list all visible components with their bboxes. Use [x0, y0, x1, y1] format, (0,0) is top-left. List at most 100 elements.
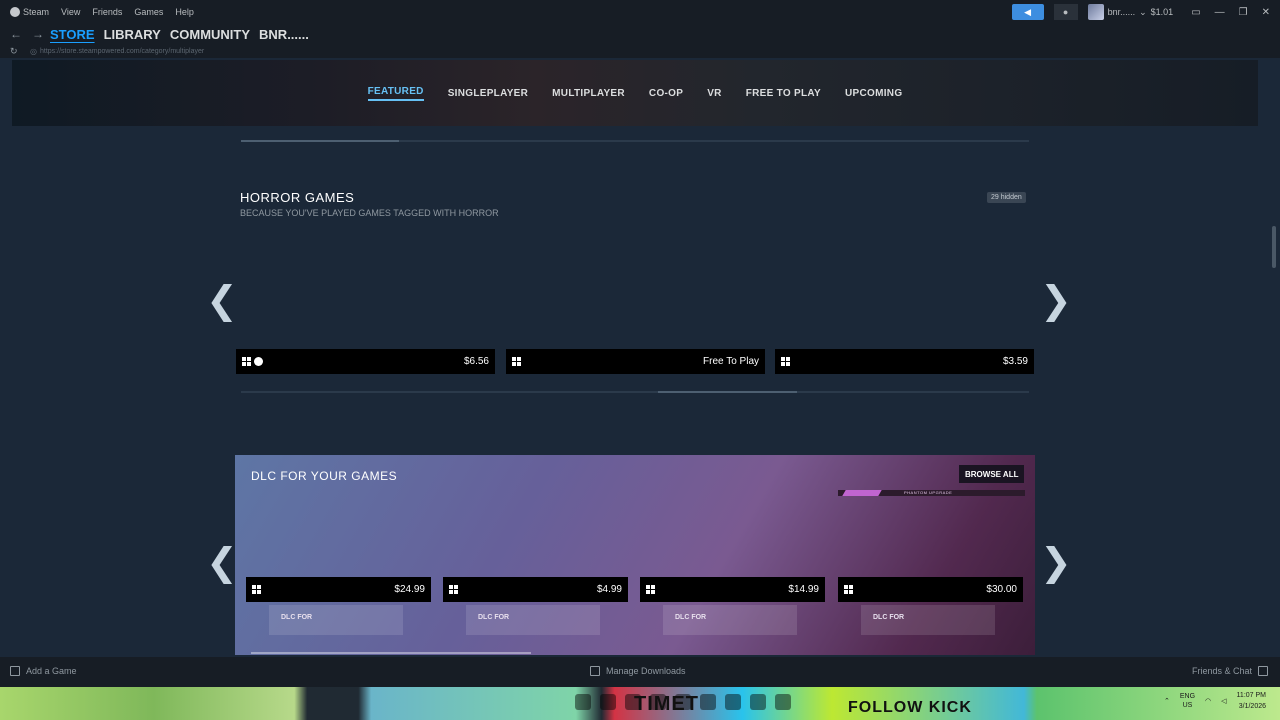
nav-store[interactable]: STORE: [50, 27, 95, 42]
wallpaper-text: TIMET: [634, 693, 699, 715]
dlc-price-bar[interactable]: $30.00: [838, 577, 1023, 602]
promo-accent: [842, 490, 882, 496]
windows-icon: [242, 357, 251, 366]
globe-icon: ◎: [30, 46, 37, 56]
chevron-left-icon[interactable]: ❮: [206, 281, 238, 319]
horror-section-title: HORROR GAMES: [240, 190, 355, 205]
windows-icon: [844, 585, 853, 594]
game-price-bar[interactable]: $3.59: [775, 349, 1034, 374]
url-text[interactable]: https://store.steampowered.com/category/…: [40, 48, 204, 55]
nav-bar: ← → STORE LIBRARY COMMUNITY BNR......: [0, 24, 1280, 44]
menu-view[interactable]: View: [61, 7, 80, 17]
nav-community[interactable]: COMMUNITY: [170, 27, 250, 42]
announcements-button[interactable]: ◀: [1011, 4, 1044, 20]
menu-help[interactable]: Help: [175, 7, 194, 17]
title-bar: Steam View Friends Games Help ◀ ● bnr...…: [0, 0, 1280, 24]
chevron-up-icon[interactable]: ⌃: [1164, 697, 1170, 705]
store-category-tabs: FEATURED SINGLEPLAYER MULTIPLAYER CO-OP …: [12, 60, 1258, 126]
forward-arrow-icon[interactable]: →: [32, 27, 44, 41]
dlc-scroll-thumb[interactable]: [251, 652, 531, 654]
url-bar: ↻ ◎ https://store.steampowered.com/categ…: [0, 44, 1280, 58]
game-price-bar[interactable]: Free To Play: [506, 349, 765, 374]
tab-free-to-play[interactable]: FREE TO PLAY: [746, 88, 821, 99]
windows-icon: [449, 585, 458, 594]
tab-upcoming[interactable]: UPCOMING: [845, 88, 902, 99]
page-scrollbar[interactable]: [1272, 226, 1276, 268]
promo-strip[interactable]: PHANTOM UPGRADE: [838, 490, 1025, 496]
volume-icon[interactable]: ◁: [1221, 697, 1226, 705]
dlc-price: $4.99: [596, 584, 622, 595]
nav-profile[interactable]: BNR......: [259, 27, 309, 42]
browse-all-button[interactable]: BROWSE ALL: [959, 465, 1025, 483]
dlc-for-label[interactable]: DLC FOR: [861, 605, 995, 635]
dlc-for-label[interactable]: DLC FOR: [663, 605, 797, 635]
account-name: bnr......: [1107, 7, 1136, 17]
add-game-button[interactable]: Add a Game: [10, 666, 77, 676]
carousel-scrollbar-top[interactable]: [241, 140, 1029, 142]
dlc-price-bar[interactable]: $24.99: [246, 577, 431, 602]
dlc-price-bar[interactable]: $14.99: [640, 577, 825, 602]
app-icon[interactable]: [775, 694, 791, 710]
folder-icon[interactable]: [600, 694, 616, 710]
bell-icon: ●: [1062, 7, 1069, 17]
game-price: Free To Play: [703, 356, 759, 367]
tab-multiplayer[interactable]: MULTIPLAYER: [552, 88, 625, 99]
tab-co-op[interactable]: CO-OP: [649, 88, 683, 99]
hidden-count-badge[interactable]: 29 hidden: [987, 192, 1026, 203]
dlc-price-bar[interactable]: $4.99: [443, 577, 628, 602]
dlc-section: DLC FOR YOUR GAMES BROWSE ALL PHANTOM UP…: [235, 455, 1035, 655]
wallet-balance: $1.01: [1150, 7, 1174, 17]
account-menu[interactable]: bnr...... ⌄ $1.01: [1087, 4, 1174, 20]
avatar: [1087, 4, 1104, 20]
scroll-thumb[interactable]: [658, 391, 797, 393]
reload-icon[interactable]: ↻: [10, 46, 22, 57]
windows-icon: [512, 357, 521, 366]
big-picture-icon[interactable]: ▭: [1191, 7, 1200, 18]
chevron-right-icon[interactable]: ❯: [1040, 543, 1072, 581]
discord-icon[interactable]: [575, 694, 591, 710]
promo-text: PHANTOM UPGRADE: [904, 490, 953, 495]
main-menu: Steam View Friends Games Help: [0, 7, 194, 18]
manage-downloads-button[interactable]: Manage Downloads: [590, 666, 686, 676]
dlc-for-label[interactable]: DLC FOR: [269, 605, 403, 635]
dlc-for-label[interactable]: DLC FOR: [466, 605, 600, 635]
clock[interactable]: 11:07 PM 3/1/2026: [1237, 690, 1266, 712]
notifications-button[interactable]: ●: [1053, 4, 1078, 20]
menu-games[interactable]: Games: [134, 7, 163, 17]
tab-singleplayer[interactable]: SINGLEPLAYER: [448, 88, 528, 99]
chevron-left-icon[interactable]: ❮: [206, 543, 238, 581]
minimize-icon[interactable]: —: [1215, 7, 1225, 18]
browser-icon[interactable]: [700, 694, 716, 710]
os-taskbar: TIMET FOLLOW KICK ⌃ ENG US ◠ ◁ 11:07 PM …: [0, 687, 1280, 720]
back-arrow-icon[interactable]: ←: [10, 27, 22, 41]
chevron-down-icon: ⌄: [1139, 6, 1147, 17]
steam-menu[interactable]: Steam: [10, 7, 49, 18]
game-price-bar[interactable]: $6.56: [236, 349, 495, 374]
chevron-right-icon[interactable]: ❯: [1040, 281, 1072, 319]
wifi-icon[interactable]: ◠: [1205, 697, 1211, 705]
language-indicator[interactable]: ENG US: [1180, 692, 1195, 710]
wallpaper-text: FOLLOW KICK: [848, 699, 972, 716]
windows-icon: [646, 585, 655, 594]
game-price: $3.59: [1002, 356, 1028, 367]
chat-icon: [1258, 666, 1268, 676]
nav-library[interactable]: LIBRARY: [104, 27, 161, 42]
plus-icon: [10, 666, 20, 676]
carousel-scrollbar[interactable]: [241, 391, 1029, 393]
system-tray: ⌃ ENG US ◠ ◁ 11:07 PM 3/1/2026: [1164, 690, 1266, 712]
tab-featured[interactable]: FEATURED: [367, 86, 424, 101]
friends-chat-button[interactable]: Friends & Chat: [1192, 666, 1268, 676]
scroll-thumb[interactable]: [241, 140, 399, 142]
menu-friends[interactable]: Friends: [92, 7, 122, 17]
tab-vr[interactable]: VR: [707, 88, 722, 99]
close-icon[interactable]: ✕: [1262, 7, 1270, 18]
browser-icon[interactable]: [725, 694, 741, 710]
dlc-section-title: DLC FOR YOUR GAMES: [251, 469, 398, 483]
maximize-icon[interactable]: ❐: [1239, 7, 1248, 18]
terminal-icon[interactable]: [750, 694, 766, 710]
download-icon: [590, 666, 600, 676]
dlc-price: $30.00: [986, 584, 1017, 595]
steam-icon: [254, 357, 263, 366]
windows-icon: [252, 585, 261, 594]
bottom-bar: Add a Game Manage Downloads Friends & Ch…: [0, 657, 1280, 687]
